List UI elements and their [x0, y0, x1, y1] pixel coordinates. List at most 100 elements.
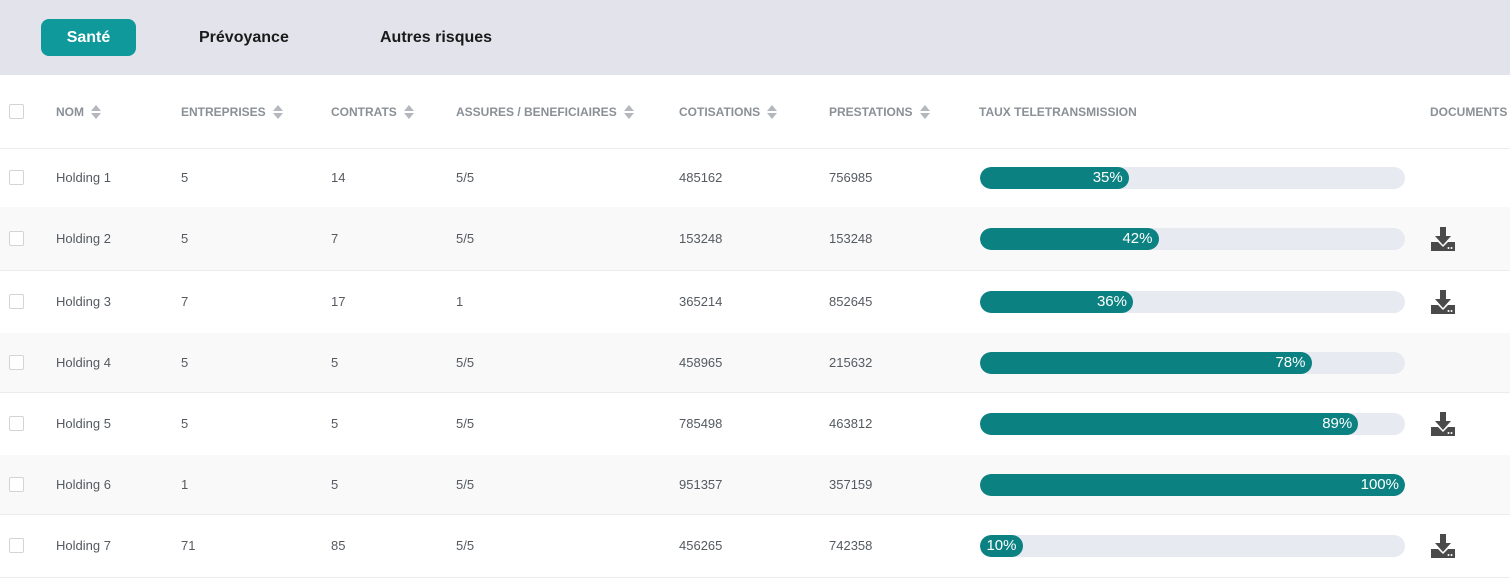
cell-contrats: 85	[331, 538, 346, 553]
table-row[interactable]: Holding 1 5 14 5/5 485162 756985 35%	[0, 148, 1510, 208]
sort-icon[interactable]	[403, 104, 415, 119]
taux-progress-track: 42%	[980, 227, 1405, 250]
cell-entreprises: 71	[181, 538, 196, 553]
cell-entreprises: 5	[181, 416, 189, 431]
cell-prestations: 463812	[829, 416, 873, 431]
cell-document	[0, 270, 1510, 333]
col-cotisations-label: COTISATIONS	[679, 104, 761, 119]
taux-progress-fill: 89%	[980, 412, 1359, 435]
cell-prestations: 215632	[829, 355, 873, 370]
col-documents: DOCUMENTS	[1430, 75, 1507, 148]
cell-taux: 89%	[0, 392, 1510, 455]
cell-entreprises: 5	[181, 355, 189, 370]
table-row[interactable]: Holding 3 7 17 1 365214 852645 36%	[0, 270, 1510, 334]
cell-nom: Holding 1	[56, 170, 111, 185]
cell-contrats: 5	[331, 355, 339, 370]
cell-contrats: 14	[331, 170, 346, 185]
cell-document	[0, 207, 1510, 270]
row-checkbox[interactable]	[9, 538, 24, 553]
cell-nom: Holding 4	[56, 355, 111, 370]
taux-progress-track: 35%	[980, 166, 1405, 189]
taux-progress-fill: 35%	[980, 166, 1129, 189]
row-checkbox[interactable]	[9, 231, 24, 246]
cell-entreprises: 5	[181, 170, 189, 185]
cell-taux: 35%	[0, 148, 1510, 207]
row-checkbox[interactable]	[9, 170, 24, 185]
cell-contrats: 17	[331, 294, 346, 309]
col-entreprises-label: ENTREPRISES	[181, 104, 266, 119]
table-row[interactable]: Holding 7 71 85 5/5 456265 742358 10%	[0, 514, 1510, 578]
cell-taux: 100%	[0, 455, 1510, 514]
col-assures-label: ASSURES / BENEFICIAIRES	[456, 104, 617, 119]
cell-cotisations: 458965	[679, 355, 723, 370]
row-checkbox[interactable]	[9, 477, 24, 492]
cell-taux: 10%	[0, 514, 1510, 577]
cell-taux: 36%	[0, 270, 1510, 333]
cell-nom: Holding 3	[56, 294, 111, 309]
col-prestations[interactable]: PRESTATIONS	[829, 75, 931, 148]
cell-assures: 5/5	[456, 477, 475, 492]
cell-assures: 5/5	[456, 231, 475, 246]
row-checkbox[interactable]	[9, 416, 24, 431]
cell-nom: Holding 7	[56, 538, 111, 553]
col-nom[interactable]: NOM	[56, 75, 102, 148]
cell-cotisations: 951357	[679, 477, 723, 492]
cell-cotisations: 153248	[679, 231, 723, 246]
col-contrats-label: CONTRATS	[331, 104, 397, 119]
cell-entreprises: 5	[181, 231, 189, 246]
row-checkbox[interactable]	[9, 294, 24, 309]
cell-prestations: 852645	[829, 294, 873, 309]
download-icon[interactable]	[1430, 533, 1456, 559]
tab-sante[interactable]: Santé	[41, 19, 136, 56]
table-row[interactable]: Holding 4 5 5 5/5 458965 215632 78%	[0, 333, 1510, 393]
col-documents-label: DOCUMENTS	[1430, 104, 1508, 119]
download-icon[interactable]	[1430, 289, 1456, 315]
cell-nom: Holding 5	[56, 416, 111, 431]
col-contrats[interactable]: CONTRATS	[331, 75, 415, 148]
taux-progress-track: 100%	[980, 473, 1405, 496]
col-nom-label: NOM	[56, 104, 84, 119]
cell-assures: 1	[456, 294, 464, 309]
taux-progress-track: 36%	[980, 290, 1405, 313]
select-all-checkbox[interactable]	[9, 104, 24, 119]
cell-document	[0, 514, 1510, 577]
sort-icon[interactable]	[767, 104, 778, 119]
table-header: NOM ENTREPRISES CONTRATS ASSURES / BENEF…	[0, 75, 1510, 149]
cell-contrats: 7	[331, 231, 339, 246]
table-row[interactable]: Holding 5 5 5 5/5 785498 463812 89%	[0, 392, 1510, 456]
cell-prestations: 357159	[829, 477, 873, 492]
taux-progress-fill: 100%	[980, 473, 1405, 496]
col-prestations-label: PRESTATIONS	[829, 104, 913, 119]
cell-assures: 5/5	[456, 355, 475, 370]
taux-progress-fill: 78%	[980, 351, 1312, 374]
cell-prestations: 742358	[829, 538, 873, 553]
taux-progress-track: 78%	[980, 351, 1405, 374]
cell-document	[0, 392, 1510, 455]
cell-assures: 5/5	[456, 416, 475, 431]
col-entreprises[interactable]: ENTREPRISES	[181, 75, 284, 148]
taux-progress-fill: 36%	[980, 290, 1133, 313]
sort-icon[interactable]	[623, 104, 635, 119]
sort-icon[interactable]	[919, 104, 931, 119]
download-icon[interactable]	[1430, 226, 1456, 252]
tab-autres-risques[interactable]: Autres risques	[380, 19, 492, 56]
tab-prevoyance[interactable]: Prévoyance	[199, 19, 289, 56]
cell-cotisations: 785498	[679, 416, 723, 431]
tab-bar: Santé Prévoyance Autres risques	[0, 0, 1510, 75]
table-row[interactable]: Holding 2 5 7 5/5 153248 153248 42%	[0, 207, 1510, 271]
cell-assures: 5/5	[456, 538, 475, 553]
col-assures[interactable]: ASSURES / BENEFICIAIRES	[456, 75, 635, 148]
cell-entreprises: 7	[181, 294, 189, 309]
cell-entreprises: 1	[181, 477, 189, 492]
cell-cotisations: 485162	[679, 170, 723, 185]
sort-icon[interactable]	[272, 104, 284, 119]
cell-contrats: 5	[331, 416, 339, 431]
sort-icon[interactable]	[91, 104, 102, 119]
cell-nom: Holding 2	[56, 231, 111, 246]
col-cotisations[interactable]: COTISATIONS	[679, 75, 778, 148]
taux-progress-fill: 42%	[980, 227, 1159, 250]
download-icon[interactable]	[1430, 411, 1456, 437]
row-checkbox[interactable]	[9, 355, 24, 370]
taux-progress-track: 10%	[980, 534, 1405, 557]
table-row[interactable]: Holding 6 1 5 5/5 951357 357159 100%	[0, 455, 1510, 515]
